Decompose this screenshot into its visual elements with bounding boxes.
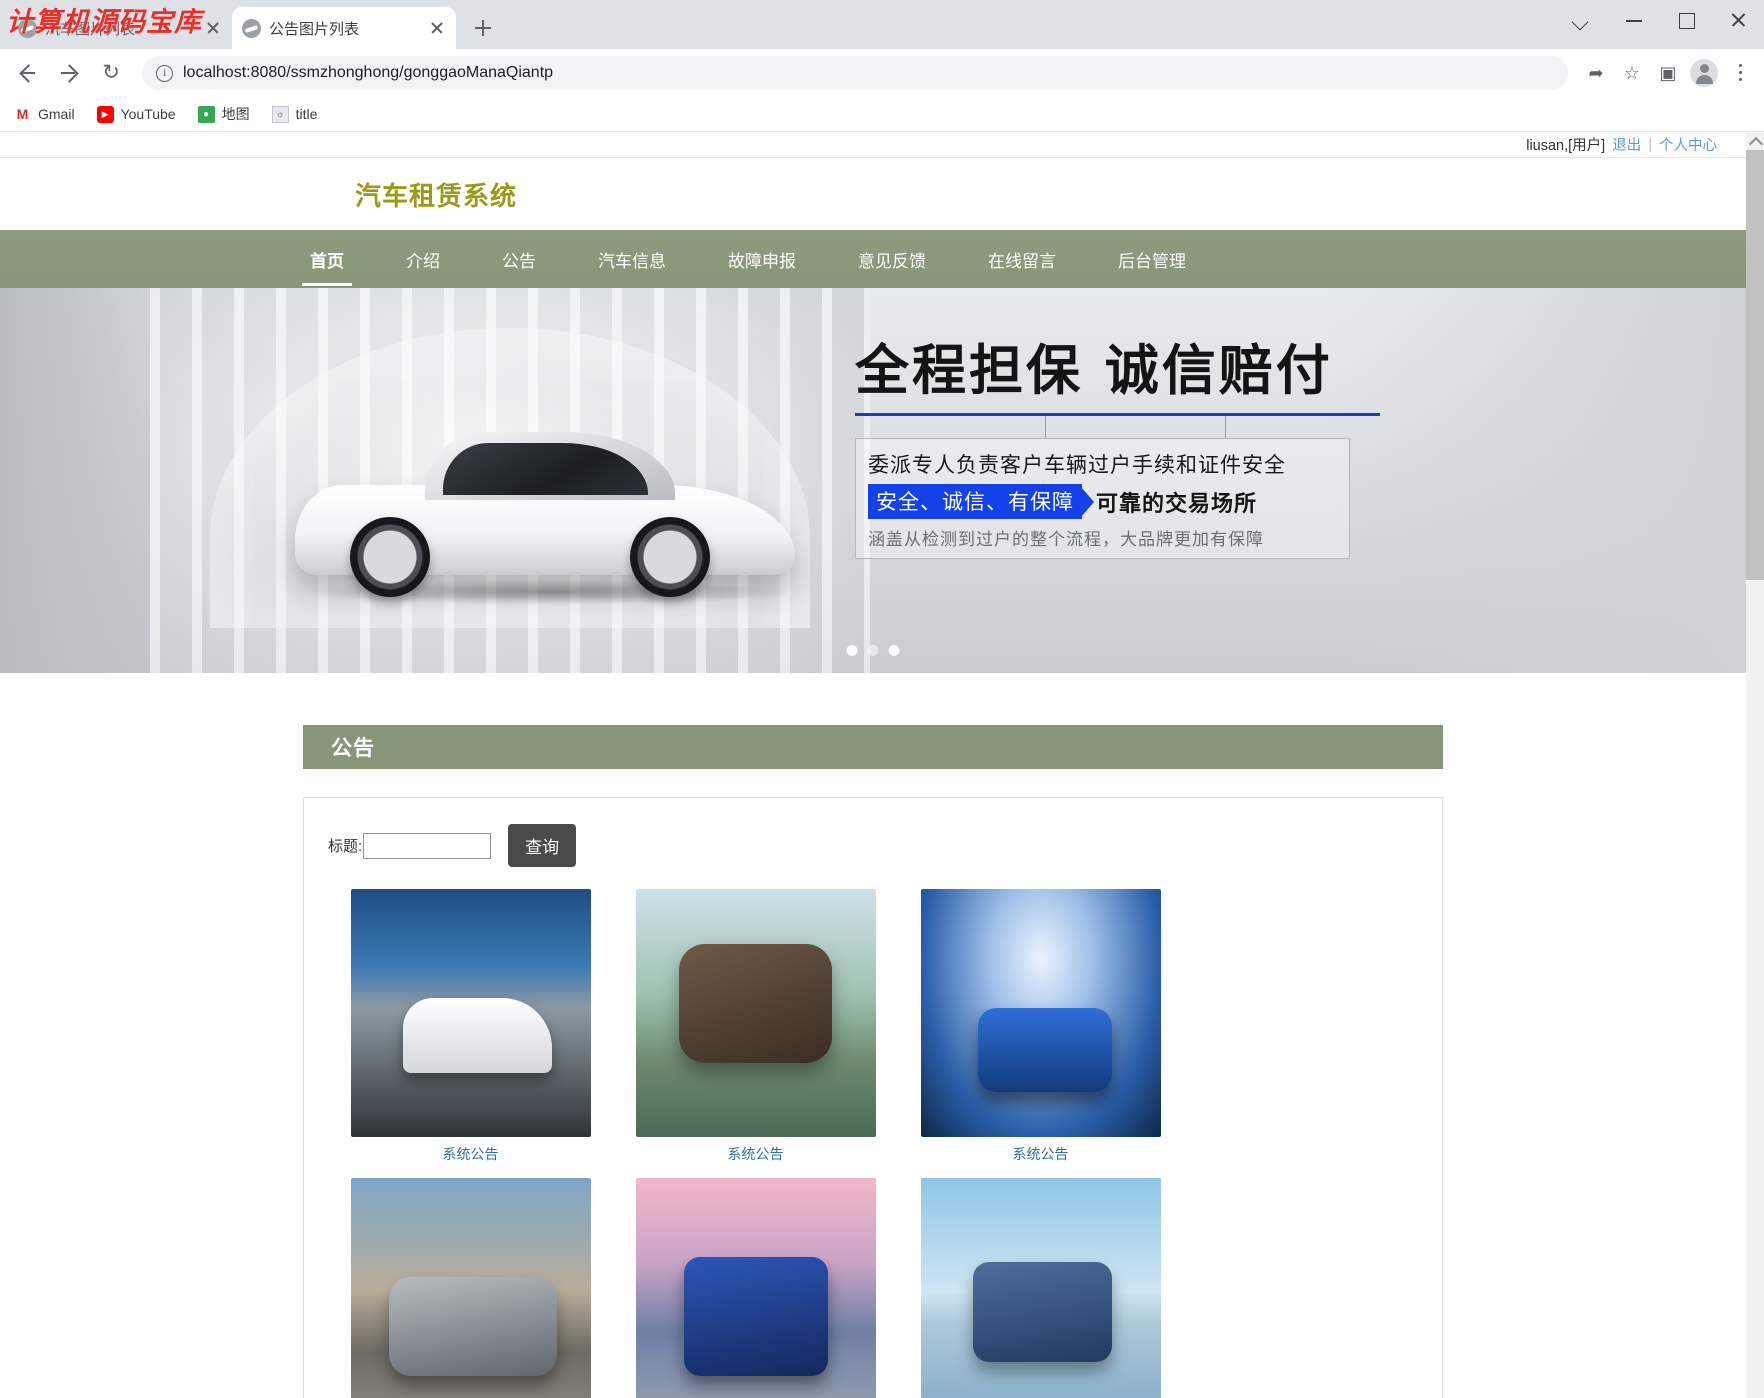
- bookmark-youtube[interactable]: ▶ YouTube: [96, 105, 176, 123]
- tab-title: 公告图片列表: [269, 20, 360, 38]
- announcement-caption[interactable]: 系统公告: [613, 1137, 898, 1178]
- carousel-dot-1[interactable]: [846, 645, 858, 656]
- close-icon[interactable]: [428, 19, 446, 37]
- user-status-bar: liusan,[用户] 退出 | 个人中心: [0, 132, 1746, 158]
- browser-toolbar: ↻ localhost:8080/ssmzhonghong/gonggaoMan…: [0, 49, 1764, 97]
- close-icon[interactable]: [204, 19, 222, 37]
- profile-center-link[interactable]: 个人中心: [1652, 134, 1724, 155]
- hero-ticks: [855, 416, 1395, 438]
- close-window-icon[interactable]: [1712, 0, 1764, 40]
- announcement-panel: 公告 标题: 查询 系统公告 系统公告 系统公告: [303, 725, 1443, 1398]
- search-form: 标题: 查询: [328, 824, 1418, 867]
- grid-item: 系统公告: [898, 1178, 1183, 1398]
- title-search-input[interactable]: [363, 832, 492, 859]
- bookmark-maps[interactable]: ● 地图: [197, 104, 250, 124]
- carousel-dot-2[interactable]: [867, 645, 879, 656]
- share-icon[interactable]: ➦: [1580, 57, 1612, 89]
- panel-body: 标题: 查询 系统公告 系统公告 系统公告: [303, 797, 1443, 1398]
- nav-item-fault-report[interactable]: 故障申报: [728, 247, 796, 272]
- web-page: liusan,[用户] 退出 | 个人中心 汽车租赁系统 首页 介绍 公告 汽车…: [0, 132, 1746, 1398]
- hero-line-3: 涵盖从检测到过户的整个流程，大品牌更加有保障: [868, 530, 1264, 549]
- hero-banner-text: 全程担保 诚信赔付 委派专人负责客户车辆过户手续和证件安全 安全、诚信、有保障 …: [855, 326, 1395, 559]
- grid-item: 系统公告: [613, 889, 898, 1178]
- site-logo[interactable]: 汽车租赁系统: [355, 176, 517, 213]
- hero-detail-box: 委派专人负责客户车辆过户手续和证件安全 安全、诚信、有保障 可靠的交易场所 涵盖…: [855, 438, 1350, 559]
- bookmark-title[interactable]: ☼ title: [271, 105, 318, 123]
- announcement-thumbnail[interactable]: [635, 1178, 876, 1398]
- grid-item: 系统公告: [328, 889, 613, 1178]
- new-tab-button[interactable]: [466, 11, 500, 45]
- announcement-thumbnail[interactable]: [920, 1178, 1161, 1398]
- main-navigation: 首页 介绍 公告 汽车信息 故障申报 意见反馈 在线留言 后台管理: [0, 230, 1746, 288]
- reload-icon[interactable]: ↻: [92, 54, 130, 92]
- chevron-down-icon[interactable]: [1556, 0, 1608, 40]
- hero-highlight: 安全、诚信、有保障: [868, 484, 1082, 519]
- page-scrollbar[interactable]: [1746, 132, 1764, 1398]
- nav-item-car-info[interactable]: 汽车信息: [598, 247, 666, 272]
- nav-item-announcement[interactable]: 公告: [502, 247, 536, 272]
- nav-item-online-message[interactable]: 在线留言: [988, 247, 1056, 272]
- hero-line-1: 委派专人负责客户车辆过户手续和证件安全: [868, 454, 1286, 477]
- carousel-dot-3[interactable]: [888, 645, 900, 656]
- forward-icon[interactable]: [50, 54, 88, 92]
- back-icon[interactable]: [8, 54, 46, 92]
- url-text: localhost:8080/ssmzhonghong/gonggaoManaQ…: [183, 64, 554, 81]
- announcement-thumbnail[interactable]: [920, 889, 1161, 1137]
- page-content: 公告 标题: 查询 系统公告 系统公告 系统公告: [0, 673, 1746, 1398]
- more-menu-icon[interactable]: [1724, 57, 1756, 89]
- nav-item-feedback[interactable]: 意见反馈: [858, 247, 926, 272]
- carousel-dots: [846, 645, 900, 656]
- logout-link[interactable]: 退出: [1605, 134, 1648, 155]
- sidepanel-icon[interactable]: ▣: [1652, 57, 1684, 89]
- announcement-thumbnail[interactable]: [350, 889, 591, 1137]
- nav-item-intro[interactable]: 介绍: [406, 247, 440, 272]
- maps-icon: ●: [197, 105, 215, 123]
- bookmarks-bar: M Gmail ▶ YouTube ● 地图 ☼ title: [0, 97, 1764, 132]
- nav-item-home[interactable]: 首页: [302, 247, 352, 286]
- search-button[interactable]: 查询: [508, 824, 577, 867]
- bookmark-label: YouTube: [120, 106, 176, 122]
- profile-avatar-icon[interactable]: [1688, 57, 1720, 89]
- scroll-up-icon[interactable]: [1746, 132, 1764, 150]
- search-label: 标题:: [328, 838, 363, 855]
- minimize-icon[interactable]: [1608, 0, 1660, 40]
- scrollbar-thumb[interactable]: [1746, 150, 1764, 580]
- grid-item: 系统公告: [328, 1178, 613, 1398]
- tab-favicon: [242, 18, 261, 38]
- grid-item: 系统公告: [898, 889, 1183, 1178]
- bookmark-gmail[interactable]: M Gmail: [14, 106, 75, 123]
- browser-window: 汽车图片列表 公告图片列表 ↻ localhost:8080/ssmzhongh…: [0, 0, 1764, 1398]
- browser-titlebar: 汽车图片列表 公告图片列表: [0, 0, 1764, 49]
- hero-car-illustration: [295, 415, 795, 605]
- hero-carousel[interactable]: 全程担保 诚信赔付 委派专人负责客户车辆过户手续和证件安全 安全、诚信、有保障 …: [0, 288, 1746, 673]
- hero-headline: 全程担保 诚信赔付: [855, 339, 1333, 402]
- panel-title: 公告: [303, 725, 1443, 769]
- page-viewport: liusan,[用户] 退出 | 个人中心 汽车租赁系统 首页 介绍 公告 汽车…: [0, 132, 1764, 1398]
- site-header: 汽车租赁系统: [0, 158, 1746, 230]
- address-bar[interactable]: localhost:8080/ssmzhonghong/gonggaoManaQ…: [142, 56, 1568, 90]
- announcement-thumbnail[interactable]: [635, 889, 876, 1137]
- hero-line-2: 可靠的交易场所: [1096, 490, 1258, 516]
- announcement-image-grid: 系统公告 系统公告 系统公告: [328, 889, 1418, 1398]
- gmail-icon: M: [16, 106, 29, 122]
- watermark-text: 计算机源码宝库: [6, 7, 202, 38]
- announcement-thumbnail[interactable]: [350, 1178, 591, 1398]
- hero-arrow-shape: [1081, 486, 1094, 517]
- bookmark-label: Gmail: [38, 106, 75, 122]
- window-controls: [1556, 0, 1764, 40]
- announcement-caption[interactable]: 系统公告: [328, 1137, 613, 1178]
- site-info-icon[interactable]: [156, 64, 173, 82]
- youtube-icon: ▶: [96, 105, 114, 123]
- username-label: liusan,[用户]: [1526, 138, 1606, 154]
- bookmark-label: title: [295, 106, 318, 122]
- nav-item-admin[interactable]: 后台管理: [1118, 247, 1186, 272]
- grid-item: 系统公告: [613, 1178, 898, 1398]
- bookmark-star-icon[interactable]: ☆: [1616, 57, 1648, 89]
- maximize-icon[interactable]: [1660, 0, 1712, 40]
- announcement-caption[interactable]: 系统公告: [898, 1137, 1183, 1178]
- generic-site-icon: ☼: [271, 105, 289, 123]
- bookmark-label: 地图: [221, 106, 250, 122]
- browser-tab-2[interactable]: 公告图片列表: [232, 7, 456, 49]
